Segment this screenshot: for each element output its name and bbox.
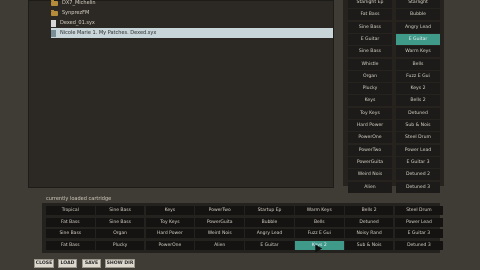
patch-list-item[interactable]: Starlight (396, 0, 440, 8)
cartridge-grid[interactable]: Tropical Sine Bass Keys PowerTwo Startup Ep W… (42, 203, 444, 253)
folder-icon (51, 0, 58, 6)
patch-list-item[interactable]: E Guitar (396, 33, 440, 45)
cartridge-slot[interactable]: Startup Ep (245, 206, 294, 215)
patch-list-item[interactable]: Hard Power (348, 120, 392, 131)
patch-list-item[interactable]: Detuned 2 (396, 169, 440, 181)
file-icon (51, 29, 56, 37)
cartridge-slot[interactable]: Toy Keys (145, 217, 195, 227)
cartridge-slot[interactable]: PowerGuita (195, 217, 244, 227)
patch-list-item[interactable]: Detuned (396, 107, 440, 119)
file-browser[interactable]: DX7_Michelin SynprezFM Dexed_01.syx Nico… (28, 0, 334, 188)
cartridge-slot[interactable]: Bubble (245, 217, 294, 227)
patch-list-item[interactable]: Whistle (348, 58, 392, 70)
save-button[interactable]: SAVE (82, 259, 101, 268)
patch-list-item[interactable]: Angry Lead (396, 21, 440, 33)
cartridge-slot[interactable]: Plucky (95, 240, 145, 250)
cartridge-slot[interactable]: Fuzz E Gui (295, 229, 344, 238)
cartridge-slot[interactable]: Fat Bass (46, 217, 95, 227)
cartridge-slot[interactable]: Tropical (46, 206, 95, 215)
cartridge-slot[interactable]: Bells 2 (344, 206, 394, 215)
patch-list-item[interactable]: Fuzz E Gui (396, 70, 440, 82)
file-browser-item-label: SynprezFM (62, 10, 90, 16)
cartridge-slot[interactable]: Hard Power (145, 229, 195, 238)
cartridge-slot[interactable]: Fat Bass (46, 240, 95, 250)
file-browser-item-selected[interactable]: Nicole Marie 1. My Patches. Dexed.syx (51, 28, 333, 38)
cartridge-slot[interactable]: Steel Drum (394, 206, 444, 215)
patch-list-item[interactable]: Power Lead (396, 144, 440, 156)
patch-list-item[interactable]: Alien (348, 181, 392, 193)
cartridge-slot[interactable]: E Guitar 3 (394, 229, 444, 238)
patch-list-item[interactable]: PowerOne (348, 132, 392, 144)
patch-list-item[interactable]: Sub & Nois (396, 120, 440, 131)
cartridge-slot[interactable]: E Guitar (245, 240, 294, 250)
patch-list[interactable]: Starlight Ep Starlight Fat Bass Bubble Sine … (343, 0, 444, 193)
folder-icon (51, 9, 58, 16)
patch-list-item[interactable]: Fat Bass (348, 9, 392, 21)
file-browser-item[interactable]: SynprezFM (51, 8, 89, 18)
patch-list-item[interactable]: Detuned 3 (396, 181, 440, 193)
show-dir-button[interactable]: SHOW DIR (105, 259, 135, 268)
patch-list-item[interactable]: Bells (396, 58, 440, 70)
patch-list-item[interactable]: Toy Keys (348, 107, 392, 119)
file-icon (51, 19, 56, 27)
cartridge-slot[interactable]: Alien (195, 240, 244, 250)
cartridge-label: currently loaded cartridge (46, 196, 112, 202)
patch-list-item[interactable]: Keys (348, 95, 392, 107)
cartridge-slot[interactable]: Keys (145, 206, 195, 215)
patch-list-item[interactable]: Weird Nois (348, 169, 392, 181)
file-browser-item[interactable]: Dexed_01.syx (51, 18, 95, 28)
patch-list-item[interactable]: E Guitar (348, 33, 392, 45)
patch-list-item[interactable]: Warm Keys (396, 46, 440, 58)
patch-list-item[interactable]: Bubble (396, 9, 440, 21)
cartridge-slot[interactable]: Sine Bass (46, 229, 95, 238)
patch-list-item[interactable]: Sine Bass (348, 46, 392, 58)
cartridge-slot[interactable]: Organ (95, 229, 145, 238)
cartridge-slot[interactable]: Sine Bass (95, 217, 145, 227)
cartridge-slot[interactable]: Detuned (344, 217, 394, 227)
cartridge-slot[interactable]: Detuned 3 (394, 240, 444, 250)
cartridge-slot[interactable]: Power Lead (394, 217, 444, 227)
file-browser-item-label: DX7_Michelin (62, 0, 96, 6)
patch-list-item[interactable]: Bells 2 (396, 95, 440, 107)
cartridge-slot[interactable]: Sub & Nois (344, 240, 394, 250)
patch-list-item[interactable]: E Guitar 3 (396, 156, 440, 168)
patch-list-item[interactable]: Keys 2 (396, 83, 440, 95)
cartridge-slot[interactable]: Warm Keys (295, 206, 344, 215)
cartridge-slot[interactable]: Angry Lead (245, 229, 294, 238)
cartridge-slot[interactable]: Weird Nois (195, 229, 244, 238)
file-browser-item-label: Nicole Marie 1. My Patches. Dexed.syx (60, 30, 157, 36)
patch-list-item[interactable]: Starlight Ep (348, 0, 392, 8)
file-browser-item[interactable]: DX7_Michelin (51, 0, 96, 8)
cartridge-slot[interactable]: PowerTwo (195, 206, 244, 215)
patch-list-item[interactable]: Plucky (348, 83, 392, 95)
patch-list-item[interactable]: Sine Bass (348, 21, 392, 33)
patch-list-item[interactable]: Steel Drum (396, 132, 440, 144)
patch-list-item[interactable]: Organ (348, 70, 392, 82)
patch-list-item[interactable]: PowerGuita (348, 156, 392, 168)
cartridge-slot[interactable]: PowerOne (145, 240, 195, 250)
patch-list-item[interactable]: PowerTwo (348, 144, 392, 156)
file-browser-item-label: Dexed_01.syx (60, 20, 95, 26)
load-button[interactable]: LOAD (58, 259, 77, 268)
cartridge-slot[interactable]: Noisy Rand (344, 229, 394, 238)
close-button[interactable]: CLOSE (34, 259, 54, 268)
cartridge-slot[interactable]: Bells (295, 217, 344, 227)
cartridge-slot[interactable]: Sine Bass (95, 206, 145, 215)
